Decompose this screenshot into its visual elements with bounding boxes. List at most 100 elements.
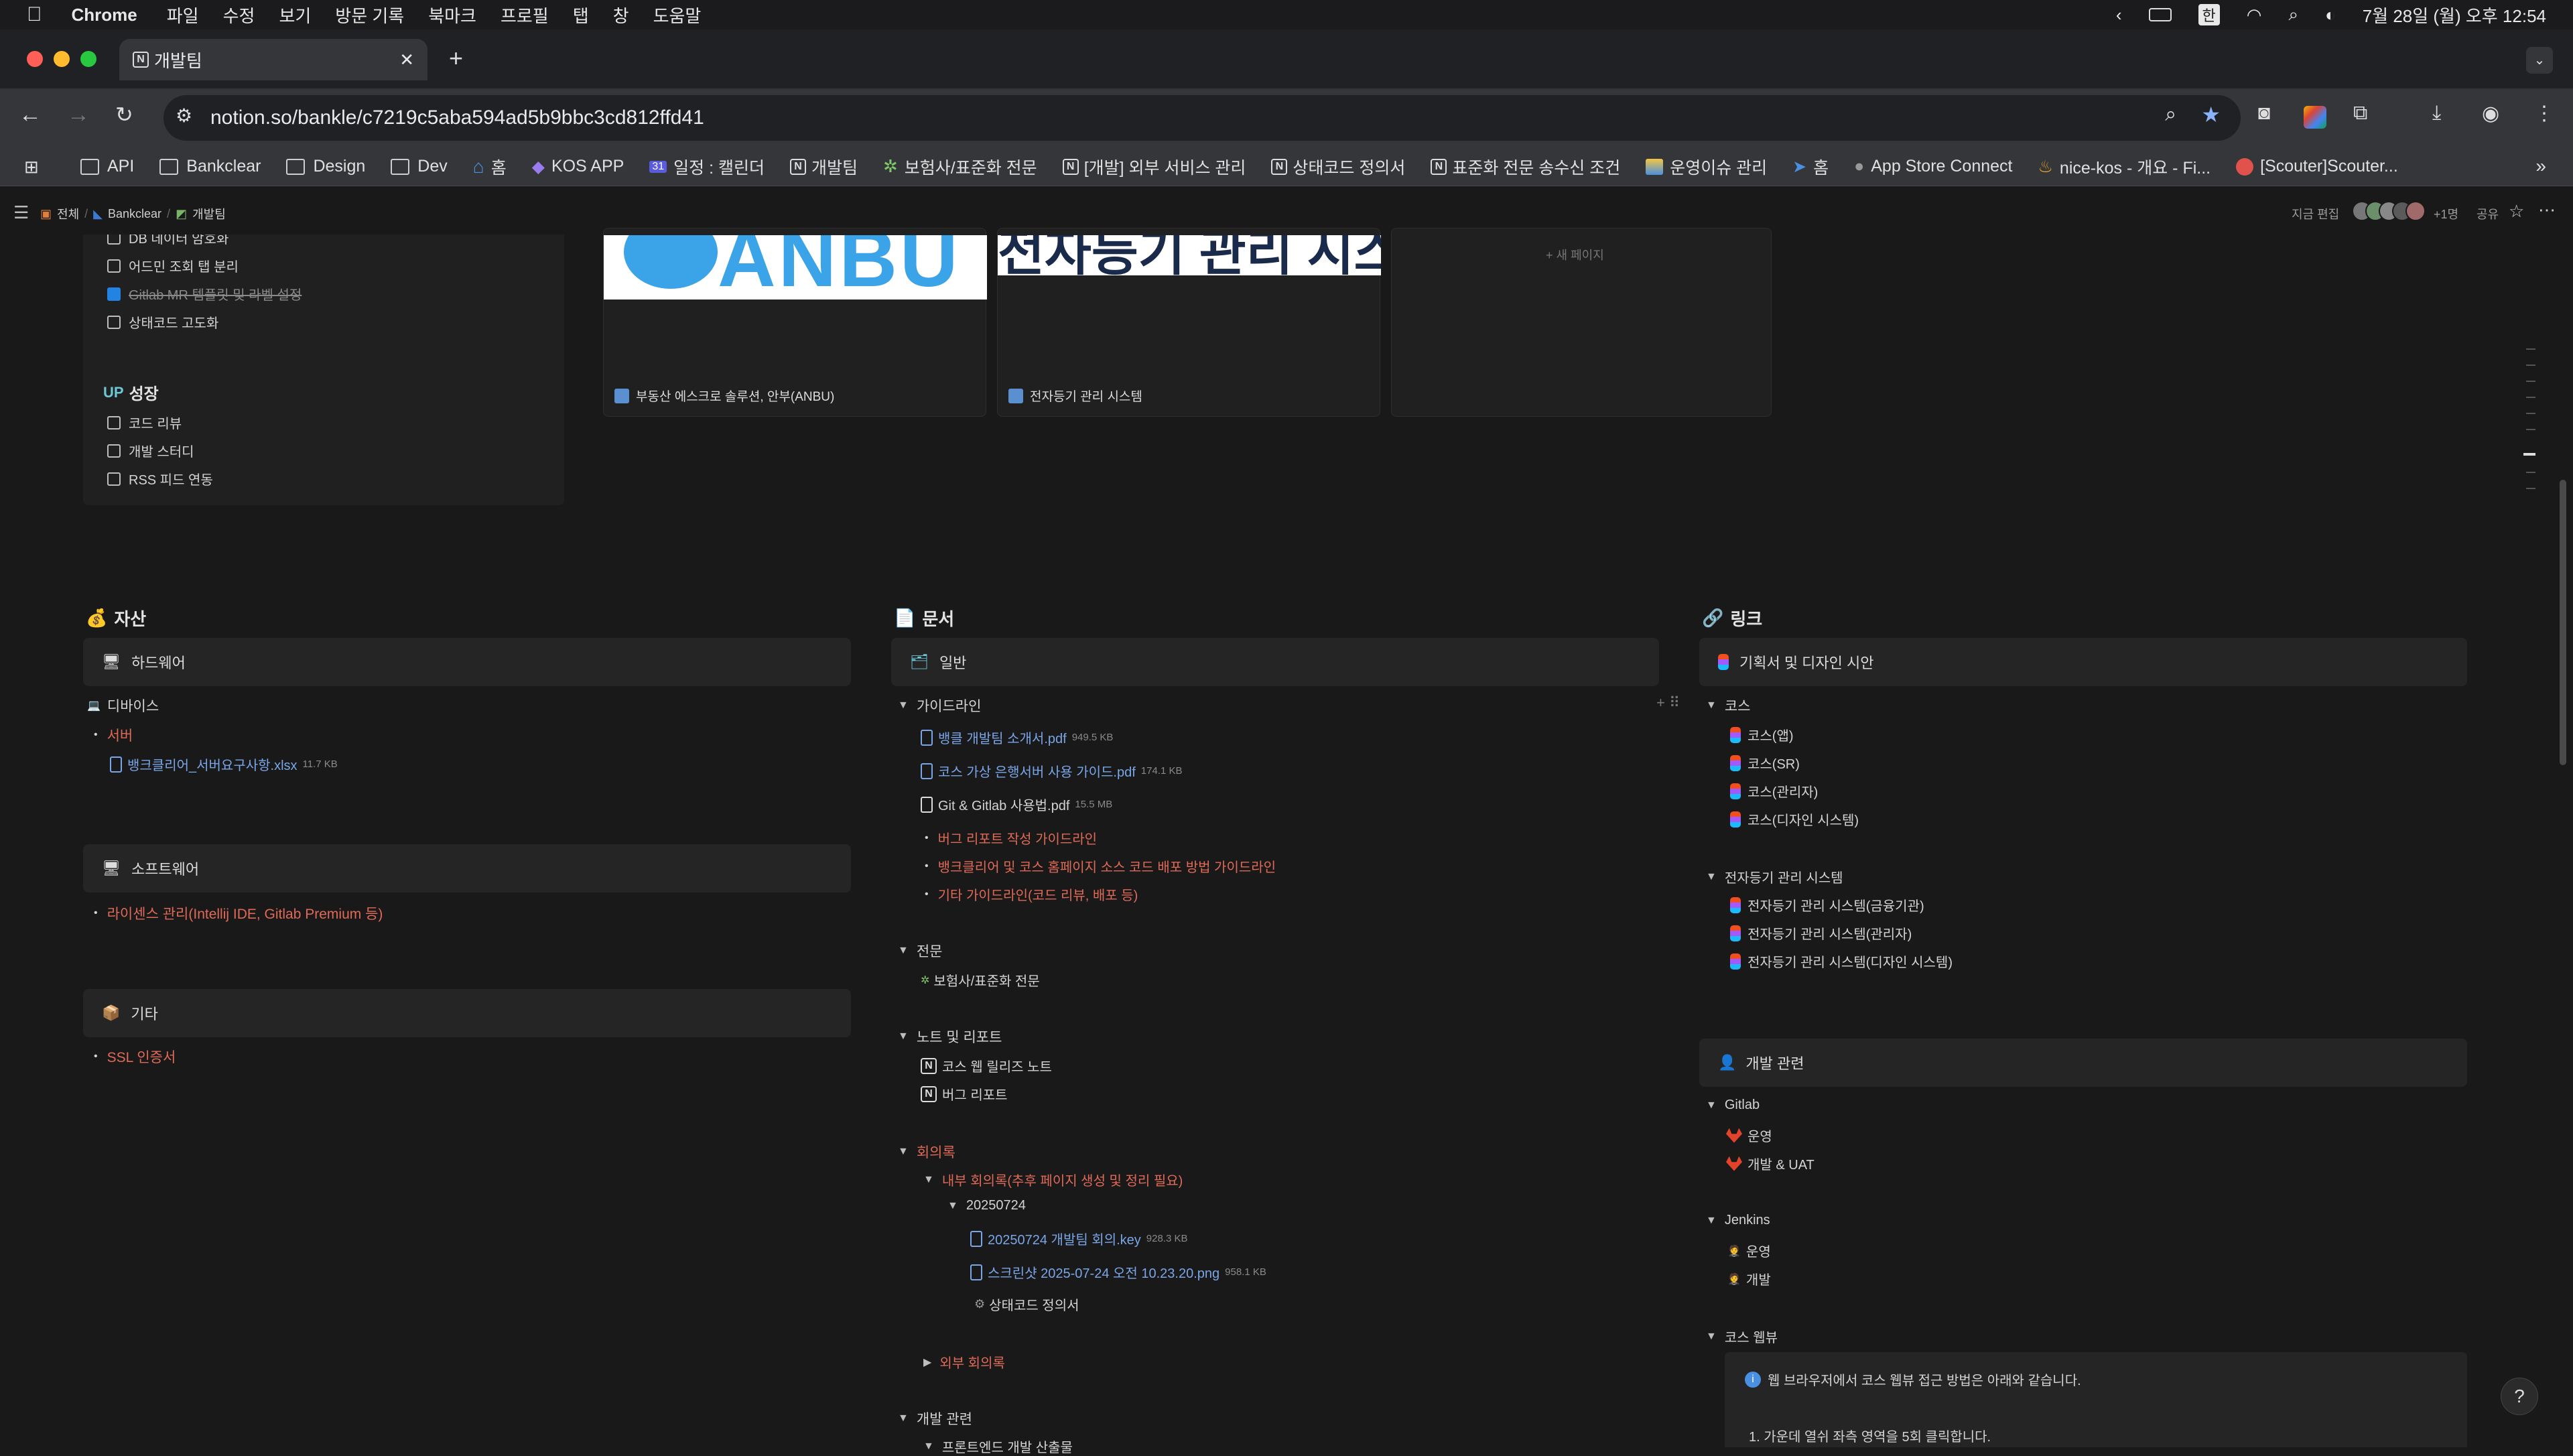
toggle-notes[interactable]: ▼ 노트 및 리포트	[898, 1027, 1002, 1047]
checkbox[interactable]	[107, 259, 121, 273]
gallery-card[interactable]: 전자등기 관리 시스템 전자등기 관리 시스템	[997, 228, 1381, 417]
add-block-icon[interactable]: + ⠿	[1656, 694, 1680, 712]
toggle-open-icon[interactable]: ▼	[1706, 700, 1717, 712]
figma-link[interactable]: 코스(앱)	[1730, 725, 1794, 744]
guide-item[interactable]: • 기타 가이드라인(코드 리뷰, 배포 등)	[925, 884, 1138, 904]
toggle-open-icon[interactable]: ▼	[947, 1200, 958, 1212]
kebab-menu-icon[interactable]: ⋮	[2534, 102, 2554, 125]
figma-link[interactable]: 코스(디자인 시스템)	[1730, 809, 1859, 829]
menu-view[interactable]: 보기	[279, 3, 311, 27]
bookmark-link[interactable]: ✲ 보험사/표준화 전문	[883, 155, 1037, 179]
back-icon[interactable]: ←	[19, 102, 42, 128]
bookmark-link[interactable]: ● App Store Connect	[1854, 157, 2012, 176]
dev-related-block[interactable]: 👤 개발 관련	[1699, 1039, 2467, 1087]
toggle-kos-webview[interactable]: ▼ 코스 웹뷰	[1706, 1327, 1778, 1346]
software-block[interactable]: 🖥 소프트웨어	[83, 844, 851, 892]
checkbox[interactable]	[107, 315, 121, 329]
bookmark-folder[interactable]: Bankclear	[159, 157, 261, 176]
zoom-window-button[interactable]	[80, 51, 96, 67]
hardware-block[interactable]: 🖥 하드웨어	[83, 638, 851, 686]
todo-item[interactable]: 개발 스터디	[107, 441, 194, 460]
tab-active[interactable]: N 개발팀 ✕	[119, 39, 427, 80]
toggle-open-icon[interactable]: ▼	[923, 1441, 934, 1453]
share-button[interactable]: 공유	[2477, 205, 2499, 222]
checkbox-checked[interactable]	[107, 287, 121, 301]
close-tab-icon[interactable]: ✕	[399, 50, 414, 70]
toggle-jenkins[interactable]: ▼ Jenkins	[1706, 1213, 1770, 1228]
extension-color-icon[interactable]	[2304, 106, 2326, 129]
etc-block[interactable]: 📦 기타	[83, 989, 851, 1037]
more-bookmarks-icon[interactable]: »	[2535, 155, 2546, 177]
general-block[interactable]: 🗂 일반	[891, 638, 1659, 686]
toggle-open-icon[interactable]: ▼	[1706, 1215, 1717, 1227]
scrollbar-thumb[interactable]	[2560, 480, 2566, 765]
battery-icon[interactable]	[2148, 8, 2172, 21]
bookmark-folder[interactable]: Dev	[391, 157, 448, 176]
new-tab-button[interactable]: +	[449, 44, 463, 72]
file-attachment[interactable]: 뱅크클리어_서버요구사항.xlsx 11.7 KB	[110, 754, 338, 774]
profile-icon[interactable]: ◉	[2482, 102, 2499, 125]
control-center-icon[interactable]: ◐	[2325, 5, 2336, 25]
checkbox[interactable]	[107, 472, 121, 486]
sidebar-menu-icon[interactable]: ☰	[13, 202, 29, 223]
toggle-open-icon[interactable]: ▼	[923, 1174, 934, 1186]
bookmark-link[interactable]: [Scouter]Scouter...	[2236, 157, 2398, 176]
chevron-left-icon[interactable]: ‹	[2116, 5, 2122, 25]
new-page-card[interactable]: + 새 페이지	[1391, 228, 1772, 417]
menu-help[interactable]: 도움말	[653, 3, 702, 27]
license-item[interactable]: • 라이센스 관리(Intellij IDE, Gitlab Premium 등)	[94, 903, 383, 923]
forward-icon[interactable]: →	[67, 102, 90, 128]
toggle-dev[interactable]: ▼ 개발 관련	[898, 1408, 972, 1429]
bookmark-link[interactable]: ➤ 홈	[1792, 155, 1829, 179]
gitlab-link[interactable]: 개발 & UAT	[1726, 1154, 1815, 1173]
toggle-internal-minutes[interactable]: ▼ 내부 회의록(추후 페이지 생성 및 정리 필요)	[923, 1170, 1183, 1189]
toggle-open-icon[interactable]: ▼	[898, 945, 909, 957]
checkbox[interactable]	[107, 415, 121, 429]
download-icon[interactable]: ⤓	[2432, 102, 2441, 125]
ssl-item[interactable]: • SSL 인증서	[94, 1047, 176, 1067]
toggle-open-icon[interactable]: ▼	[898, 700, 909, 712]
page-link[interactable]: N 버그 리포트	[921, 1084, 1008, 1104]
guide-item[interactable]: • 버그 리포트 작성 가이드라인	[925, 828, 1097, 848]
device-item[interactable]: 💻 디바이스	[87, 696, 159, 716]
figma-link[interactable]: 전자등기 관리 시스템(디자인 시스템)	[1730, 951, 1953, 971]
todo-item[interactable]: RSS 피드 연동	[107, 469, 213, 488]
jenkins-link[interactable]: 🤵 개발	[1727, 1269, 1771, 1288]
page-outline[interactable]	[2523, 348, 2537, 496]
apple-menu-icon[interactable]: 	[27, 3, 42, 26]
toggle-open-icon[interactable]: ▼	[898, 1031, 909, 1043]
app-menu[interactable]: Chrome	[72, 5, 137, 25]
toggle-open-icon[interactable]: ▼	[898, 1146, 909, 1158]
bookmark-link[interactable]: 31 일정 : 캘린더	[649, 155, 765, 179]
figma-link[interactable]: 코스(관리자)	[1730, 781, 1818, 801]
extensions-icon[interactable]: ⧉	[2353, 102, 2367, 125]
reload-icon[interactable]: ↻	[115, 102, 133, 127]
toggle-frontend[interactable]: ▼ 프론트엔드 개발 산출물	[923, 1437, 1073, 1456]
file-attachment[interactable]: Git & Gitlab 사용법.pdf 15.5 MB	[921, 795, 1112, 814]
tab-search-icon[interactable]: ⌄	[2526, 47, 2553, 74]
page-link[interactable]: ✲ 보험사/표준화 전문	[921, 970, 1040, 990]
menu-bookmarks[interactable]: 북마크	[428, 3, 476, 27]
help-button[interactable]: ?	[2501, 1378, 2538, 1415]
bookmark-link[interactable]: ⌂ 홈	[473, 155, 507, 179]
menu-history[interactable]: 방문 기록	[335, 3, 404, 27]
bookmark-link[interactable]: N [개발] 외부 서비스 관리	[1062, 155, 1246, 179]
file-attachment[interactable]: 뱅클 개발팀 소개서.pdf 949.5 KB	[921, 728, 1113, 747]
toggle-open-icon[interactable]: ▼	[1706, 871, 1717, 883]
toggle-kos[interactable]: ▼ 코스	[1706, 696, 1750, 716]
todo-item[interactable]: 어드민 조회 탭 분리	[107, 256, 239, 275]
toggle-external-minutes[interactable]: ▶ 외부 회의록	[923, 1352, 1005, 1372]
bookmark-star-icon[interactable]: ★	[2201, 102, 2221, 127]
more-options-icon[interactable]: ⋯	[2538, 200, 2556, 220]
menu-file[interactable]: 파일	[167, 3, 199, 27]
gallery-card[interactable]: ANBU 부동산 에스크로 솔루션, 안부(ANBU)	[603, 228, 987, 417]
bookmark-link[interactable]: N 상태코드 정의서	[1271, 155, 1405, 179]
toggle-minutes[interactable]: ▼ 회의록	[898, 1142, 955, 1162]
menu-edit[interactable]: 수정	[223, 3, 255, 27]
search-icon[interactable]: ⌕	[2288, 4, 2298, 25]
favorite-star-icon[interactable]: ☆	[2509, 201, 2524, 222]
camera-icon[interactable]: ◙	[2258, 102, 2270, 125]
menu-tab[interactable]: 탭	[573, 3, 589, 27]
bookmark-link[interactable]: N 개발팀	[789, 155, 858, 179]
toggle-guideline[interactable]: ▼ 가이드라인	[898, 696, 981, 716]
